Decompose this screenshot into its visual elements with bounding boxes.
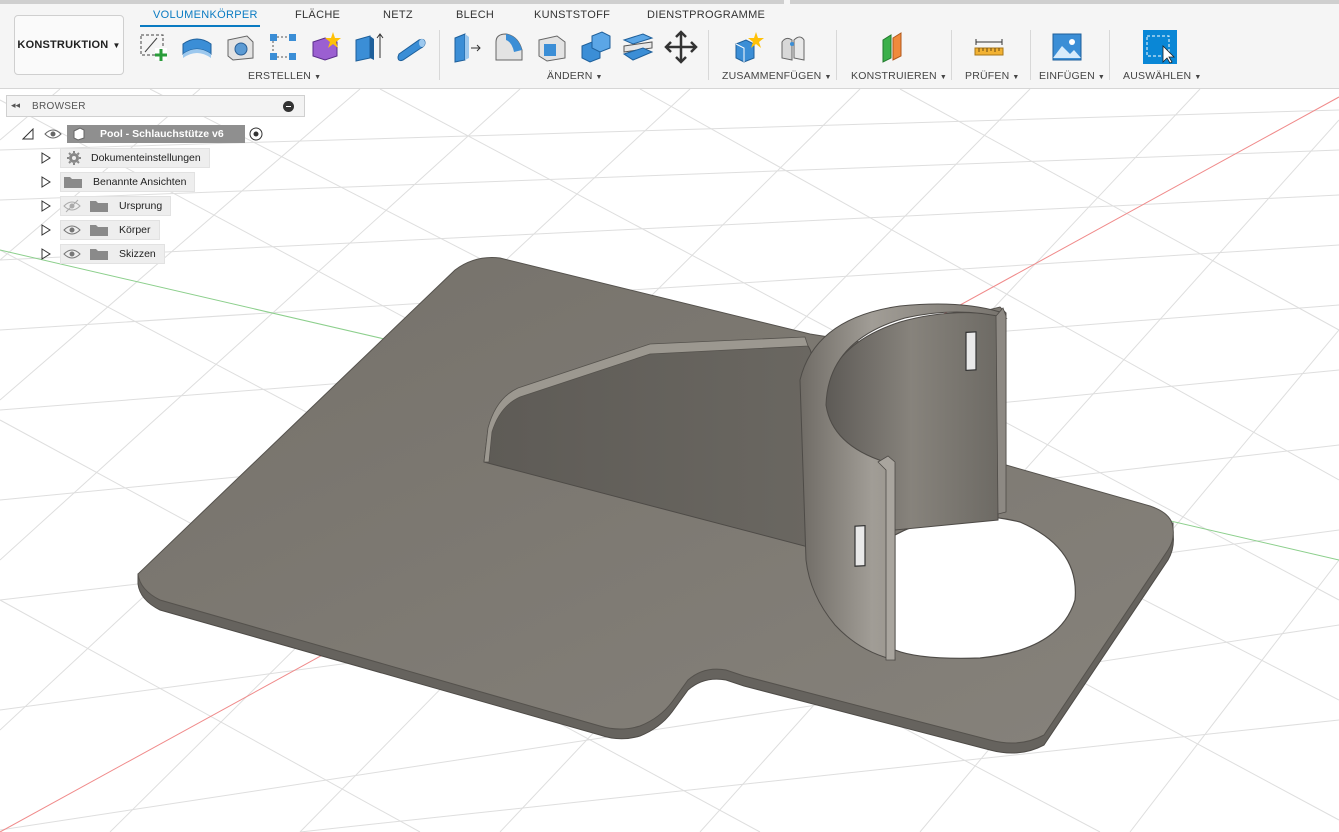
pipe-icon[interactable] (395, 30, 429, 64)
item-label: Körper (119, 224, 151, 236)
new-component-icon[interactable] (732, 30, 766, 64)
expand-triangle-icon[interactable] (22, 128, 34, 140)
browser-root-row[interactable] (22, 124, 34, 144)
active-tab-indicator (140, 25, 260, 27)
split-body-icon[interactable] (621, 30, 655, 64)
shell-icon[interactable] (535, 30, 569, 64)
eye-hidden-icon[interactable] (63, 199, 81, 213)
browser-panel-header: ◂◂ BROWSER (6, 95, 305, 117)
collapse-panel-icon[interactable]: ◂◂ (11, 100, 20, 111)
tab-blech[interactable]: BLECH (456, 9, 494, 21)
root-label: Pool - Schlauchstütze v6 (100, 128, 224, 140)
expand-triangle-icon[interactable] (40, 176, 52, 188)
offset-plane-icon[interactable] (877, 30, 911, 64)
select-icon[interactable] (1143, 30, 1177, 64)
item-label: Skizzen (119, 248, 156, 260)
tab-netz[interactable]: NETZ (383, 9, 413, 21)
eye-icon[interactable] (63, 247, 81, 261)
toolbar-separator (708, 30, 709, 80)
group-konstruieren[interactable]: KONSTRUIEREN ▼ (851, 70, 947, 82)
tab-flaeche[interactable]: FLÄCHE (295, 9, 340, 21)
box-icon[interactable] (352, 30, 386, 64)
toolbar-separator (1109, 30, 1110, 80)
browser-item-ursprung[interactable]: Ursprung (40, 196, 172, 216)
browser-item-koerper[interactable]: Körper (40, 220, 160, 240)
extrude-form-icon[interactable] (180, 30, 214, 64)
folder-icon (90, 249, 108, 260)
browser-root-item[interactable]: Pool - Schlauchstütze v6 (67, 125, 245, 143)
activate-radio-icon[interactable] (249, 127, 263, 141)
create-sketch-icon[interactable] (137, 30, 171, 64)
group-auswaehlen[interactable]: AUSWÄHLEN ▼ (1123, 70, 1201, 82)
browser-item-benannte-ansichten[interactable]: Benannte Ansichten (40, 172, 196, 192)
expand-triangle-icon[interactable] (40, 248, 52, 260)
move-icon[interactable] (664, 30, 698, 64)
gear-icon (67, 151, 81, 165)
toolbar-separator (439, 30, 440, 80)
holder-slot (965, 331, 977, 372)
group-zusammenfuegen[interactable]: ZUSAMMENFÜGEN ▼ (722, 70, 832, 82)
tab-dienstprogramme[interactable]: DIENSTPROGRAMME (647, 9, 765, 21)
expand-triangle-icon[interactable] (40, 200, 52, 212)
joint-icon[interactable] (776, 30, 810, 64)
toolbar-separator (951, 30, 952, 80)
chevron-down-icon: ▼ (112, 40, 121, 50)
folder-icon (90, 225, 108, 236)
group-aendern[interactable]: ÄNDERN ▼ (547, 70, 603, 82)
group-pruefen[interactable]: PRÜFEN ▼ (965, 70, 1020, 82)
eye-icon[interactable] (63, 223, 81, 237)
hole-icon[interactable] (223, 30, 257, 64)
toolbar-separator (836, 30, 837, 80)
workspace-selector-button[interactable]: KONSTRUKTION ▼ (14, 15, 124, 75)
item-label: Benannte Ansichten (93, 176, 187, 188)
minimize-panel-icon[interactable] (283, 101, 294, 112)
pattern-icon[interactable] (266, 30, 300, 64)
folder-icon (90, 201, 108, 212)
group-erstellen[interactable]: ERSTELLEN ▼ (248, 70, 321, 82)
canvas-viewport[interactable] (0, 89, 1339, 832)
holder-slot (854, 525, 866, 567)
folder-icon (64, 177, 82, 188)
browser-title: BROWSER (32, 101, 86, 112)
component-icon (73, 127, 85, 141)
group-einfuegen[interactable]: EINFÜGEN ▼ (1039, 70, 1105, 82)
expand-triangle-icon[interactable] (40, 152, 52, 164)
form-icon[interactable] (309, 30, 343, 64)
tab-kunststoff[interactable]: KUNSTSTOFF (534, 9, 610, 21)
item-label: Ursprung (119, 200, 163, 212)
insert-image-icon[interactable] (1050, 30, 1084, 64)
eye-icon[interactable] (44, 127, 62, 141)
title-strip (0, 0, 1339, 4)
combine-icon[interactable] (578, 30, 612, 64)
toolbar-separator (1030, 30, 1031, 80)
browser-item-dokumenteinstellungen[interactable]: Dokumenteinstellungen (40, 148, 210, 168)
tab-volumenkoerper[interactable]: VOLUMENKÖRPER (153, 9, 258, 21)
holder-shell-edge-right (995, 307, 1007, 515)
measure-icon[interactable] (972, 30, 1006, 64)
press-pull-icon[interactable] (449, 30, 483, 64)
browser-item-skizzen[interactable]: Skizzen (40, 244, 165, 264)
fillet-icon[interactable] (492, 30, 526, 64)
workspace-label: KONSTRUKTION (17, 39, 109, 51)
expand-triangle-icon[interactable] (40, 224, 52, 236)
toolbar: KONSTRUKTION ▼ VOLUMENKÖRPER FLÄCHE NETZ… (0, 0, 1339, 89)
item-label: Dokumenteinstellungen (91, 152, 201, 164)
